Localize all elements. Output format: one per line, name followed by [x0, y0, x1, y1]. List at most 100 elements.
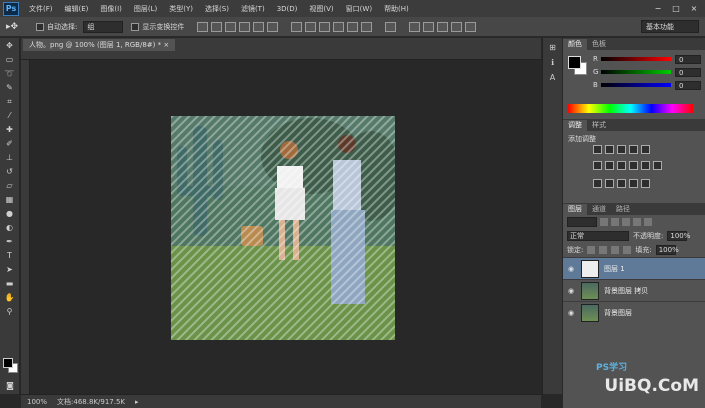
marquee-icon[interactable]: ▭: [3, 53, 17, 66]
align-bottom-icon[interactable]: [225, 21, 237, 32]
distribute-bottom-icon[interactable]: [319, 21, 331, 32]
layer-name[interactable]: 背景图层 拷贝: [604, 286, 648, 296]
blue-value[interactable]: 0: [675, 80, 701, 90]
menu-view[interactable]: 视图(V): [303, 4, 339, 14]
tab-swatches[interactable]: 色板: [587, 39, 611, 50]
3d-scale-icon[interactable]: [465, 21, 477, 32]
gradient-icon[interactable]: ▦: [3, 193, 17, 206]
brush-icon[interactable]: ✐: [3, 137, 17, 150]
menu-3d[interactable]: 3D(D): [271, 5, 304, 13]
align-top-icon[interactable]: [197, 21, 209, 32]
pen-icon[interactable]: ✒: [3, 235, 17, 248]
character-icon[interactable]: A: [546, 71, 560, 83]
red-value[interactable]: 0: [675, 54, 701, 64]
filter-pixel-icon[interactable]: [600, 218, 608, 226]
blend-mode-dropdown[interactable]: 正常: [567, 231, 629, 241]
vibrance-icon[interactable]: [641, 145, 650, 154]
3d-slide-icon[interactable]: [451, 21, 463, 32]
crop-icon[interactable]: ⌗: [3, 95, 17, 108]
green-value[interactable]: 0: [675, 67, 701, 77]
show-transform-checkbox[interactable]: [131, 22, 140, 31]
channel-mixer-icon[interactable]: [641, 161, 650, 170]
filter-smart-icon[interactable]: [644, 218, 652, 226]
clone-stamp-icon[interactable]: ⊥: [3, 151, 17, 164]
red-slider[interactable]: [601, 57, 671, 61]
color-foreground-swatch[interactable]: [568, 56, 581, 69]
fill-input[interactable]: 100%: [655, 245, 679, 255]
3d-roll-icon[interactable]: [423, 21, 435, 32]
posterize-icon[interactable]: [605, 179, 614, 188]
menu-window[interactable]: 窗口(W): [340, 4, 378, 14]
green-slider[interactable]: [601, 70, 671, 74]
tab-adjustments[interactable]: 调整: [563, 120, 587, 131]
lock-image-icon[interactable]: [599, 246, 608, 254]
hand-icon[interactable]: ✋: [3, 291, 17, 304]
lock-all-icon[interactable]: [623, 246, 632, 254]
menu-type[interactable]: 类型(Y): [163, 4, 199, 14]
auto-align-icon[interactable]: [385, 21, 397, 32]
lock-position-icon[interactable]: [611, 246, 620, 254]
blue-slider[interactable]: [601, 83, 671, 87]
align-right-icon[interactable]: [267, 21, 279, 32]
filter-shape-icon[interactable]: [633, 218, 641, 226]
gradient-map-icon[interactable]: [629, 179, 638, 188]
black-white-icon[interactable]: [617, 161, 626, 170]
filter-type-icon[interactable]: [622, 218, 630, 226]
eraser-icon[interactable]: ▱: [3, 179, 17, 192]
photo-filter-icon[interactable]: [629, 161, 638, 170]
lock-transparent-icon[interactable]: [587, 246, 596, 254]
quick-mask-icon[interactable]: ◙: [3, 379, 17, 392]
move-icon[interactable]: ✥: [3, 39, 17, 52]
layer-row[interactable]: ◉ 背景图层: [563, 301, 705, 323]
lasso-icon[interactable]: ➰: [3, 67, 17, 80]
color-balance-icon[interactable]: [605, 161, 614, 170]
maximize-icon[interactable]: □: [669, 2, 683, 14]
brightness-icon[interactable]: [593, 145, 602, 154]
status-arrow-icon[interactable]: ▸: [135, 398, 139, 406]
threshold-icon[interactable]: [617, 179, 626, 188]
menu-edit[interactable]: 编辑(E): [59, 4, 95, 14]
invert-icon[interactable]: [593, 179, 602, 188]
minimize-icon[interactable]: −: [651, 2, 665, 14]
color-spectrum[interactable]: [568, 104, 693, 113]
zoom-level[interactable]: 100%: [27, 398, 47, 406]
exposure-icon[interactable]: [629, 145, 638, 154]
eye-icon[interactable]: ◉: [563, 265, 579, 273]
layer-kind-filter[interactable]: [567, 217, 597, 227]
tab-color[interactable]: 颜色: [563, 39, 587, 50]
tab-channels[interactable]: 通道: [587, 204, 611, 215]
3d-pan-icon[interactable]: [437, 21, 449, 32]
layer-name[interactable]: 背景图层: [604, 308, 632, 318]
move-tool-icon[interactable]: ▸✥: [6, 19, 28, 35]
menu-file[interactable]: 文件(F): [23, 4, 59, 14]
tab-paths[interactable]: 路径: [611, 204, 635, 215]
document-image[interactable]: [171, 116, 395, 340]
levels-icon[interactable]: [605, 145, 614, 154]
menu-select[interactable]: 选择(S): [199, 4, 235, 14]
align-vcenter-icon[interactable]: [211, 21, 223, 32]
eye-icon[interactable]: ◉: [563, 309, 579, 317]
path-select-icon[interactable]: ➤: [3, 263, 17, 276]
quick-select-icon[interactable]: ✎: [3, 81, 17, 94]
blur-icon[interactable]: ●: [3, 207, 17, 220]
shape-icon[interactable]: ▬: [3, 277, 17, 290]
distribute-left-icon[interactable]: [333, 21, 345, 32]
workspace-dropdown[interactable]: 基本功能: [641, 20, 699, 33]
filter-adjust-icon[interactable]: [611, 218, 619, 226]
distribute-top-icon[interactable]: [291, 21, 303, 32]
info-icon[interactable]: ℹ: [546, 56, 560, 68]
align-hcenter-icon[interactable]: [253, 21, 265, 32]
menu-layer[interactable]: 图层(L): [128, 4, 163, 14]
layer-name[interactable]: 图层 1: [604, 264, 625, 274]
distribute-vcenter-icon[interactable]: [305, 21, 317, 32]
curves-icon[interactable]: [617, 145, 626, 154]
document-tab[interactable]: 人物。png @ 100% (图层 1, RGB/8#) * ×: [23, 39, 176, 51]
dodge-icon[interactable]: ◐: [3, 221, 17, 234]
eye-icon[interactable]: ◉: [563, 287, 579, 295]
auto-select-checkbox[interactable]: [36, 22, 44, 31]
layer-row[interactable]: ◉ 图层 1: [563, 257, 705, 279]
align-left-icon[interactable]: [239, 21, 251, 32]
3d-rotate-icon[interactable]: [409, 21, 421, 32]
type-icon[interactable]: T: [3, 249, 17, 262]
color-lookup-icon[interactable]: [653, 161, 662, 170]
